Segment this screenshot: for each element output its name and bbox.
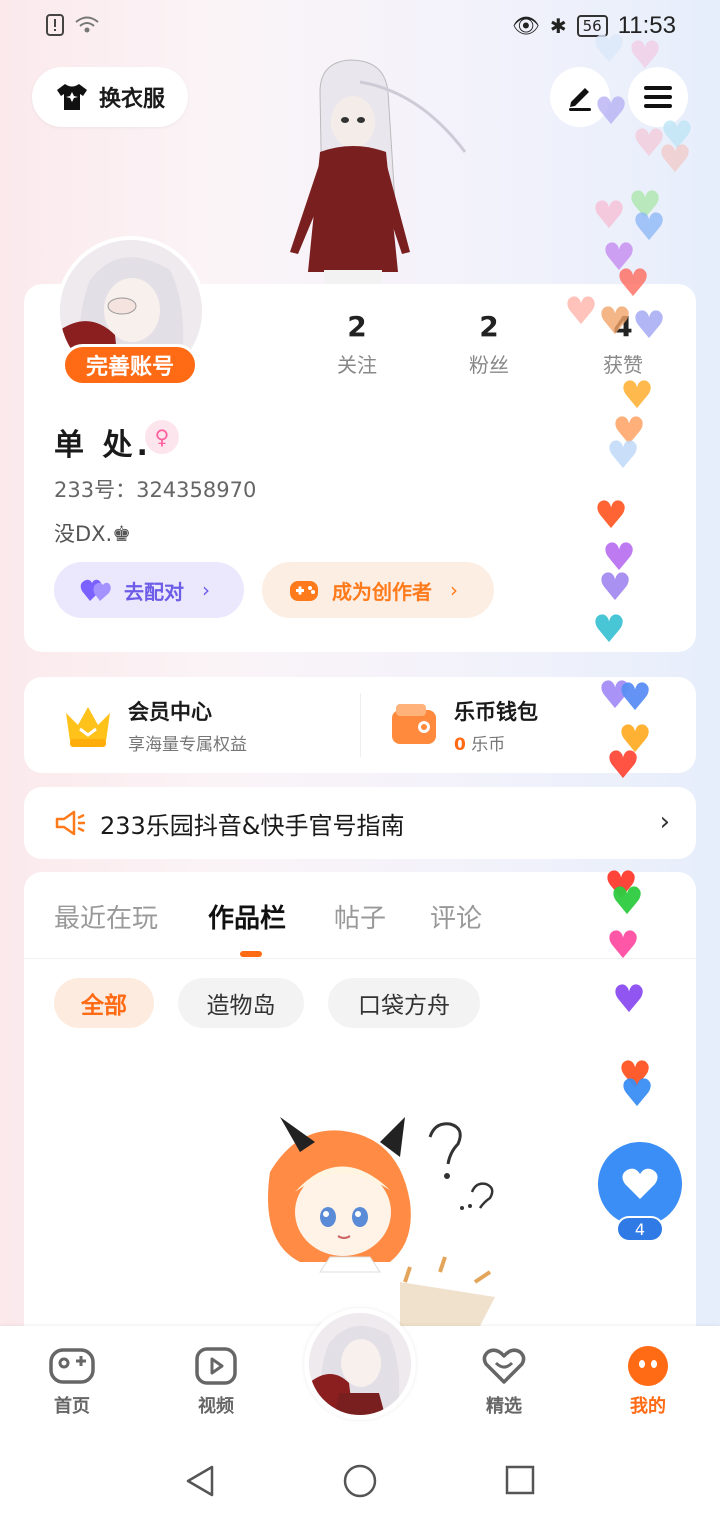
- heart-icon: ♥: [620, 1071, 655, 1115]
- signature: 没DX.♚: [54, 522, 132, 546]
- chevron-right-icon: ›: [659, 807, 670, 837]
- gamepad-icon: [49, 1348, 95, 1384]
- like-count-badge: 4: [616, 1216, 664, 1242]
- heart-icon: ♥: [606, 433, 641, 477]
- video-icon: [195, 1347, 237, 1385]
- heart-icon: ♥: [632, 303, 667, 347]
- heart-icon: ♥: [610, 879, 645, 923]
- heart-icon: ♥: [658, 137, 693, 181]
- become-creator-button[interactable]: 成为创作者 ›: [262, 562, 494, 618]
- megaphone-icon: [55, 810, 85, 836]
- filter-pocket-ark[interactable]: 口袋方舟: [328, 978, 480, 1028]
- heart-icon: ♥: [632, 205, 667, 249]
- crown-icon: [66, 707, 110, 747]
- change-outfit-button[interactable]: 换衣服: [32, 67, 188, 127]
- heart-icon: ♥: [592, 193, 627, 237]
- nav-featured[interactable]: 精选: [464, 1346, 544, 1418]
- divider: [360, 693, 361, 757]
- heart-icon: ♥: [598, 565, 633, 609]
- coin-wallet[interactable]: 乐币钱包 0 乐币: [390, 677, 538, 773]
- edit-icon: [569, 88, 591, 111]
- back-icon[interactable]: [184, 1464, 216, 1498]
- heart-icon: ♥: [618, 675, 653, 719]
- system-nav-bar: [0, 1440, 720, 1520]
- avatar-image: [309, 1313, 411, 1415]
- wifi-icon: [75, 16, 99, 33]
- nav-me-label: 我的: [630, 1396, 666, 1417]
- chevron-right-icon: ›: [202, 578, 210, 602]
- notice-text: 233乐园抖音&快手官号指南: [100, 811, 405, 840]
- heart-icon: ♥: [594, 89, 629, 133]
- wallet-amount: 0: [454, 734, 466, 755]
- heart-icon: ♥: [594, 493, 629, 537]
- heart-icon: ♥: [598, 299, 633, 343]
- home-icon[interactable]: [342, 1463, 378, 1499]
- heart-icon: [622, 1168, 658, 1199]
- wallet-icon: [392, 704, 436, 744]
- member-center[interactable]: 会员中心 享海量专属权益: [62, 677, 247, 773]
- heart-icon: ♥: [616, 261, 651, 305]
- following-stat[interactable]: 2 关注: [302, 310, 412, 378]
- shirt-icon: [56, 84, 87, 110]
- nav-avatar[interactable]: [304, 1308, 416, 1420]
- match-button[interactable]: 去配对 ›: [54, 562, 244, 618]
- gamepad-icon: [290, 581, 318, 601]
- followers-stat[interactable]: 2 粉丝: [434, 310, 544, 378]
- nav-me[interactable]: 我的: [608, 1346, 688, 1418]
- followers-count: 2: [479, 310, 499, 343]
- like-button[interactable]: [598, 1142, 682, 1226]
- filter-creation-island[interactable]: 造物岛: [178, 978, 304, 1028]
- nav-video[interactable]: 视频: [176, 1346, 256, 1418]
- heart-pair-icon: [80, 579, 111, 601]
- username: 单 处.: [54, 428, 152, 463]
- nav-home-label: 首页: [54, 1396, 90, 1417]
- tab-recent-played[interactable]: 最近在玩: [54, 898, 158, 935]
- change-outfit-label: 换衣服: [98, 87, 165, 112]
- heart-icon: ♥: [606, 743, 641, 787]
- nav-featured-label: 精选: [486, 1396, 522, 1417]
- active-tab-indicator: [240, 951, 262, 957]
- wallet-title: 乐币钱包: [454, 699, 538, 724]
- featured-icon: [482, 1348, 526, 1384]
- followers-label: 粉丝: [469, 353, 509, 377]
- wallet-unit: 乐币: [471, 734, 506, 755]
- match-label: 去配对: [124, 579, 184, 604]
- recents-icon[interactable]: [504, 1464, 536, 1496]
- menu-icon: [644, 86, 672, 108]
- heart-icon: ♥: [592, 27, 627, 71]
- eye-icon: 👁: [511, 13, 540, 39]
- member-card: 会员中心 享海量专属权益 乐币钱包 0 乐币: [24, 677, 696, 773]
- creator-label: 成为创作者: [332, 579, 432, 604]
- sim-alert-icon: [46, 14, 64, 36]
- empty-state-illustration: [268, 1117, 495, 1326]
- heart-icon: ♥: [612, 977, 647, 1021]
- member-subtitle: 享海量专属权益: [128, 734, 247, 755]
- tab-comments[interactable]: 评论: [430, 898, 482, 935]
- notice-banner[interactable]: 233乐园抖音&快手官号指南 ›: [24, 787, 696, 859]
- user-id: 233号：324358970: [54, 478, 257, 502]
- bluetooth-icon: ✱: [549, 14, 567, 38]
- divider: [24, 958, 696, 959]
- heart-icon: ♥: [606, 923, 641, 967]
- chevron-right-icon: ›: [450, 578, 458, 602]
- heart-icon: ♥: [564, 289, 599, 333]
- tab-posts[interactable]: 帖子: [334, 898, 386, 935]
- heart-icon: ♥: [628, 33, 663, 77]
- heart-icon: ♥: [592, 607, 627, 651]
- gender-female-icon: ♀: [145, 420, 179, 454]
- following-label: 关注: [337, 353, 377, 377]
- member-title: 会员中心: [128, 699, 212, 724]
- nav-home[interactable]: 首页: [32, 1346, 112, 1418]
- face-icon: [628, 1346, 668, 1386]
- complete-account-button[interactable]: 完善账号: [62, 344, 198, 386]
- nav-video-label: 视频: [198, 1396, 234, 1417]
- filter-all[interactable]: 全部: [54, 978, 154, 1028]
- following-count: 2: [347, 310, 367, 343]
- tab-works[interactable]: 作品栏: [208, 898, 286, 935]
- avatar-3d-figure[interactable]: [250, 52, 470, 292]
